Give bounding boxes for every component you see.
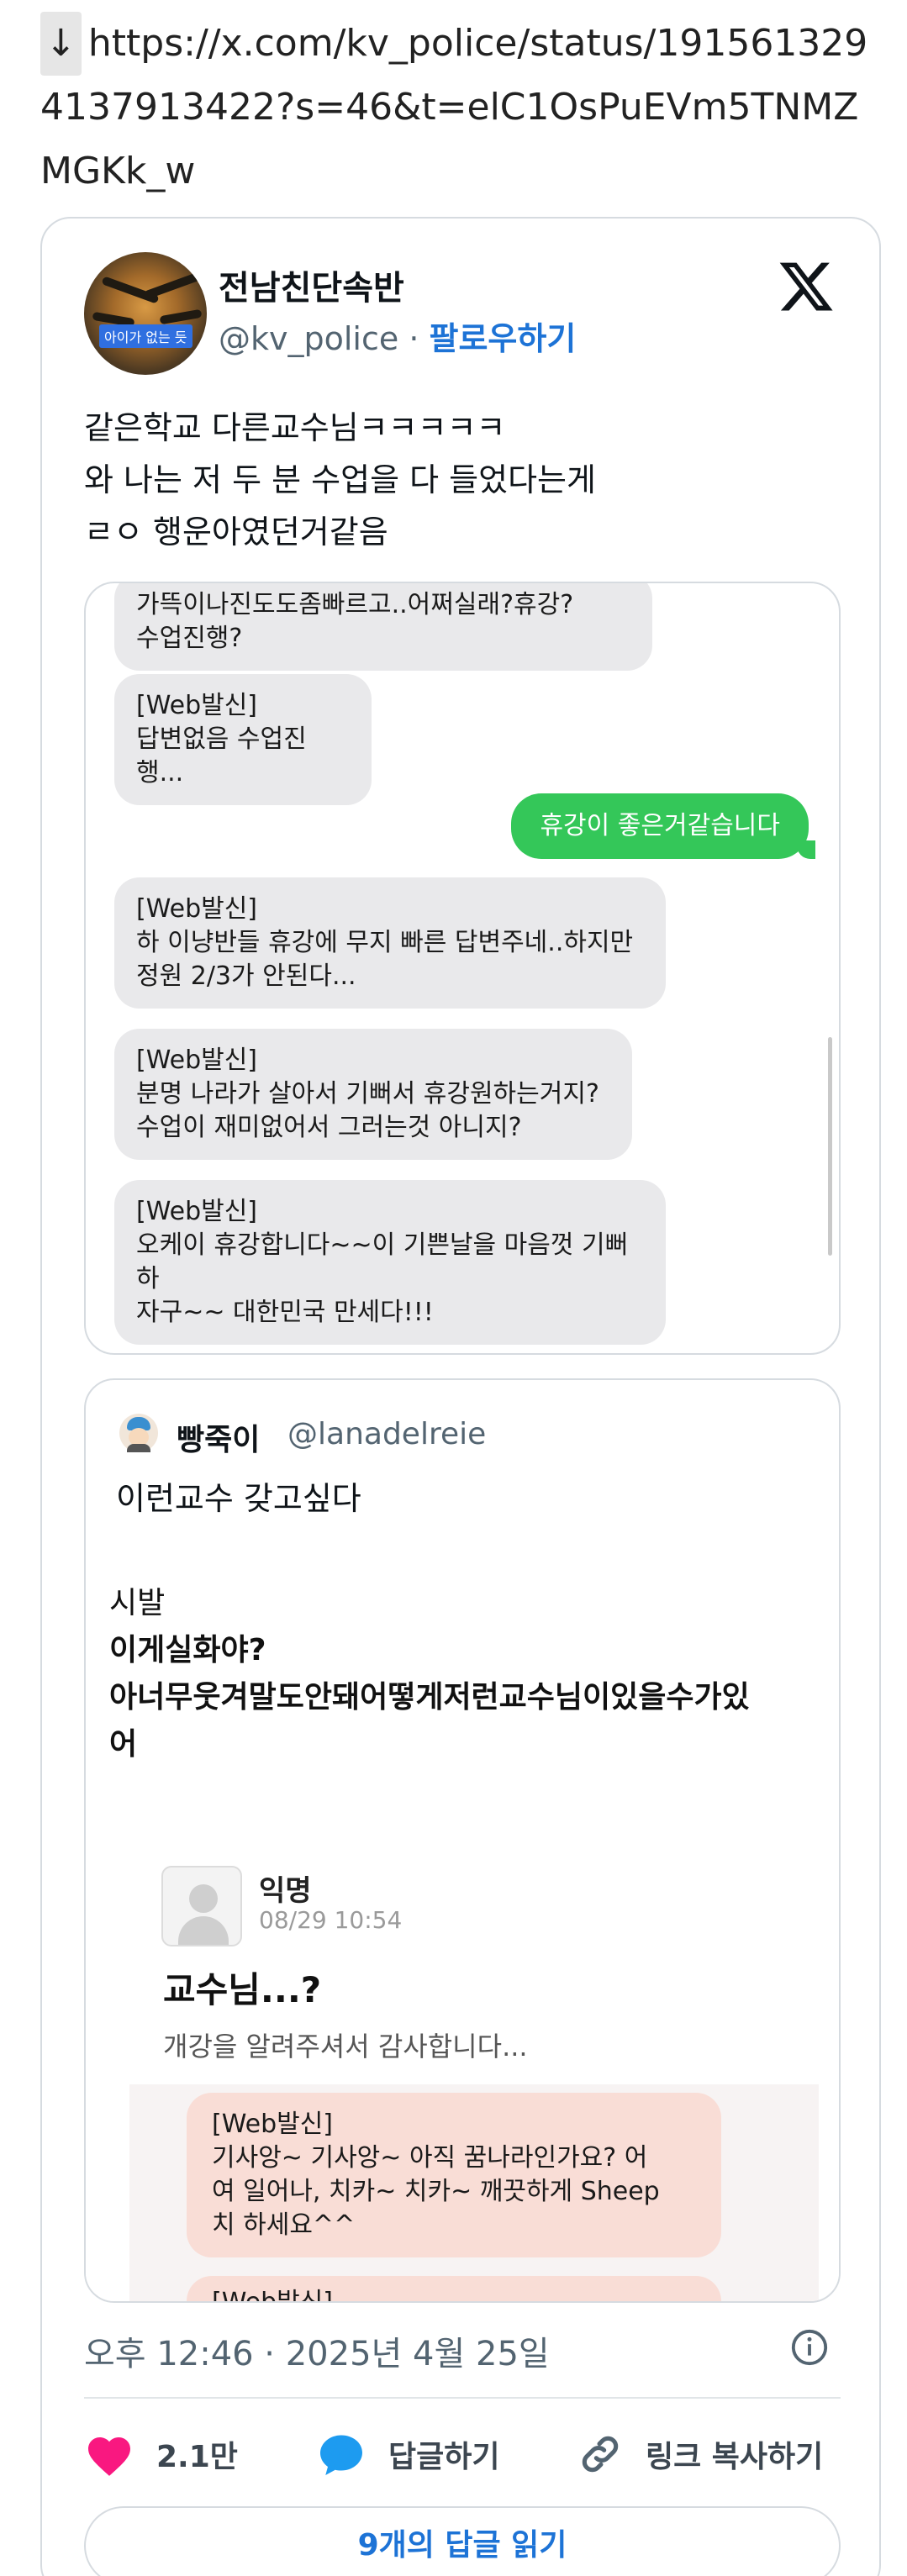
chat-bubble-partial: 가뜩이나진도도좀빠르고..어쩌실래?휴강? 수업진행? — [114, 583, 652, 671]
url-text[interactable]: https://x.com/kv_police/status/191561329… — [40, 22, 867, 192]
quote-body-line: 시발 — [109, 1586, 166, 1620]
reply-label: 답글하기 — [388, 2440, 500, 2474]
down-arrow-icon: ↓ — [40, 12, 82, 76]
chat-screenshot-image[interactable]: 가뜩이나진도도좀빠르고..어쩌실래?휴강? 수업진행? [Web발신] 답변없음… — [84, 582, 841, 1355]
follow-button[interactable]: 팔로우하기 — [430, 320, 577, 357]
display-name[interactable]: 전남친단속반 — [219, 261, 404, 309]
chat-scrollbar — [828, 1037, 832, 1256]
chat-bubble: [Web발신] 오케이 휴강합니다~~이 기쁜날을 마음껏 기뻐하 자구~~ 대… — [114, 1180, 666, 1345]
chat-bubble-sent-text: 휴강이 좋은거같습니다 — [540, 811, 780, 840]
url-line[interactable]: ↓ https://x.com/kv_police/status/19156132… — [40, 12, 889, 203]
quote-avatar[interactable] — [119, 1414, 158, 1452]
chat-bubble: [Web발신] 하 이냥반들 휴강에 무지 빠른 답변주네..하지만 정원 2/… — [114, 877, 666, 1009]
link-icon — [582, 2436, 619, 2473]
post-subtitle: 개강을 알려주셔서 감사합니다... — [163, 2031, 528, 2062]
chat-bubble-sent: 휴강이 좋은거같습니다 — [511, 793, 815, 859]
action-bar: 2.1만 답글하기 링크 복사하기 — [84, 2421, 841, 2488]
quote-body: 시발 이게실화야? 아너무웃겨말도안돼어떻게저런교수님이있을수가있 어 — [109, 1580, 750, 1768]
quote-body-line: 이게실화야? — [109, 1633, 266, 1667]
handle[interactable]: @kv_police — [219, 320, 398, 357]
post-date: 08/29 10:54 — [259, 1906, 403, 1934]
chat-bubble: [Web발신] 답변없음 수업진행... — [114, 674, 372, 805]
quote-post-image: 익명 08/29 10:54 교수님...? 개강을 알려주셔서 감사합니다..… — [86, 1834, 839, 2301]
reply-bubble-icon — [320, 2435, 362, 2475]
divider — [84, 2397, 841, 2399]
copy-link-label: 링크 복사하기 — [646, 2440, 824, 2474]
like-count: 2.1만 — [156, 2440, 238, 2474]
quote-display-name: 빵죽이 — [177, 1423, 261, 1457]
info-icon[interactable] — [790, 2328, 829, 2367]
read-replies-button[interactable]: 9개의 답글 읽기 — [84, 2506, 841, 2576]
separator: · — [398, 320, 430, 357]
tweet-text-line: 와 나는 저 두 분 수업을 다 들었다는게 — [84, 461, 596, 498]
post-message-bubble: [Web발신] 기사앙~ 기사앙~ 아직 꿈나라인가요? 어 여 일어나, 치카… — [187, 2093, 721, 2257]
chat-bubble: [Web발신] 분명 나라가 살아서 기뻐서 휴강원하는거지? 수업이 재미없어… — [114, 1029, 632, 1160]
avatar[interactable]: 아이가 없는 듯 — [84, 252, 207, 375]
reply-button[interactable]: 답글하기 — [316, 2421, 499, 2488]
quote-body-line: 어 — [109, 1727, 138, 1762]
quote-handle: @lanadelreie — [287, 1417, 487, 1451]
post-message-area: [Web발신] 기사앙~ 기사앙~ 아직 꿈나라인가요? 어 여 일어나, 치카… — [129, 2084, 819, 2301]
tweet-text-line: ㄹㅇ 행운아였던거같음 — [84, 514, 388, 550]
quote-body-line: 아너무웃겨말도안돼어떻게저런교수님이있을수가있 — [109, 1680, 750, 1715]
quote-text: 이런교수 갖고싶다 — [116, 1480, 361, 1517]
post-message-bubble-partial: [Web발신] — [187, 2276, 721, 2301]
tweet-text: 같은학교 다른교수님ㅋㅋㅋㅋㅋ 와 나는 저 두 분 수업을 다 들었다는게 ㄹ… — [84, 402, 596, 558]
like-button[interactable]: 2.1만 — [84, 2421, 238, 2488]
quote-tweet[interactable]: 빵죽이 @lanadelreie 이런교수 갖고싶다 시발 이게실화야? 아너무… — [84, 1378, 841, 2303]
heart-icon — [88, 2437, 130, 2476]
copy-link-button[interactable]: 링크 복사하기 — [577, 2421, 823, 2488]
avatar-caption: 아이가 없는 듯 — [99, 324, 192, 348]
tweet-timestamp[interactable]: 오후 12:46 · 2025년 4월 25일 — [84, 2326, 550, 2375]
post-author: 익명 — [259, 1874, 312, 1908]
x-logo-icon[interactable] — [777, 257, 836, 316]
tweet-text-line: 같은학교 다른교수님ㅋㅋㅋㅋㅋ — [84, 409, 506, 446]
post-title: 교수님...? — [163, 1969, 322, 2010]
handle-row: @kv_police · 팔로우하기 — [219, 313, 576, 359]
tweet-card[interactable]: 아이가 없는 듯 전남친단속반 @kv_police · 팔로우하기 같은학교 … — [40, 217, 881, 2576]
anonymous-avatar-icon — [161, 1866, 242, 1946]
